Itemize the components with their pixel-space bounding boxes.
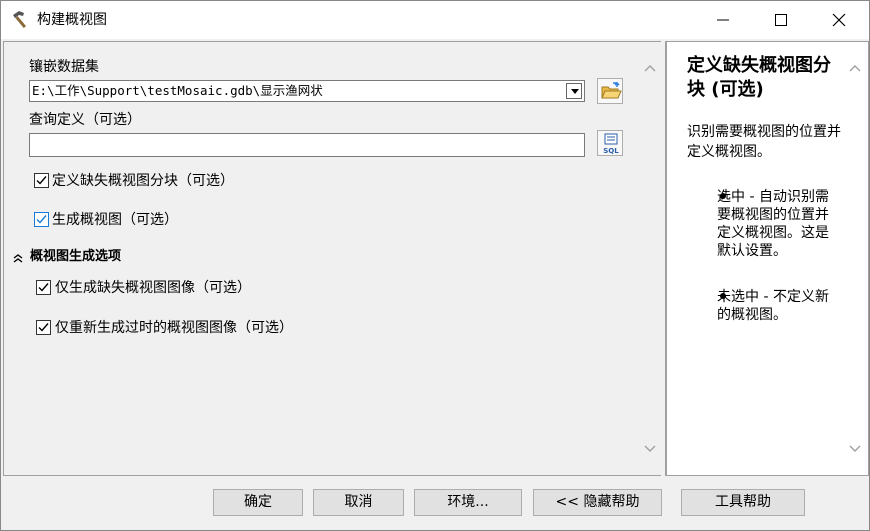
help-description: 识别需要概视图的位置并定义概视图。 xyxy=(687,124,841,160)
help-scrollbar[interactable] xyxy=(845,42,865,475)
maximize-button[interactable] xyxy=(755,1,807,39)
mosaic-dataset-label: 镶嵌数据集 xyxy=(29,59,99,75)
ok-button[interactable]: 确定 xyxy=(213,489,303,516)
help-panel: 定义缺失概视图分块 (可选) 识别需要概视图的位置并定义概视图。 选中 - 自动… xyxy=(665,41,869,476)
regenerate-stale-images-label[interactable]: 仅重新生成过时的概视图图像（可选） xyxy=(55,319,293,337)
combobox-dropdown-button[interactable] xyxy=(566,83,582,99)
checkmark-icon xyxy=(38,283,49,292)
help-bullet-checked: 选中 - 自动识别需要概视图的位置并定义概视图。这是默认设置。 xyxy=(717,189,829,259)
browse-button[interactable] xyxy=(597,78,623,104)
scroll-down-icon[interactable] xyxy=(849,445,861,453)
chevron-down-icon xyxy=(571,89,579,94)
environments-button[interactable]: 环境... xyxy=(414,489,522,516)
scroll-up-icon[interactable] xyxy=(849,64,861,72)
sql-icon-label: SQL xyxy=(603,147,619,155)
mosaic-dataset-value: E:\工作\Support\testMosaic.gdb\显示渔网状 xyxy=(32,83,323,98)
query-definition-input[interactable] xyxy=(29,133,585,157)
checkmark-icon xyxy=(36,215,47,224)
close-button[interactable] xyxy=(813,1,865,39)
help-bullet-unchecked: 未选中 - 不定义新的概视图。 xyxy=(717,289,829,323)
maximize-icon xyxy=(775,14,787,26)
parameters-scrollbar[interactable] xyxy=(640,42,660,475)
help-title: 定义缺失概视图分块 (可选) xyxy=(687,55,831,100)
sql-button[interactable]: SQL xyxy=(597,130,623,156)
sql-icon: SQL xyxy=(603,133,619,155)
query-definition-label: 查询定义（可选） xyxy=(29,112,141,128)
hide-help-button[interactable]: << 隐藏帮助 xyxy=(533,489,662,516)
generate-overviews-label[interactable]: 生成概视图（可选） xyxy=(52,211,178,229)
define-missing-tiles-label[interactable]: 定义缺失概视图分块（可选） xyxy=(52,172,234,190)
checkmark-icon xyxy=(38,323,49,332)
scroll-up-icon[interactable] xyxy=(644,64,656,72)
checkmark-icon xyxy=(36,176,47,185)
overview-options-group-title[interactable]: 概视图生成选项 xyxy=(30,249,121,265)
scroll-down-icon[interactable] xyxy=(644,445,656,453)
regenerate-stale-images-checkbox[interactable] xyxy=(36,320,51,335)
define-missing-tiles-checkbox[interactable] xyxy=(34,173,49,188)
window-title: 构建概视图 xyxy=(37,12,107,28)
generate-missing-images-checkbox[interactable] xyxy=(36,280,51,295)
tool-help-button[interactable]: 工具帮助 xyxy=(681,489,805,516)
cancel-button[interactable]: 取消 xyxy=(313,489,404,516)
minimize-button[interactable] xyxy=(697,1,749,39)
generate-overviews-checkbox[interactable] xyxy=(34,212,49,227)
parameters-panel: 镶嵌数据集 E:\工作\Support\testMosaic.gdb\显示渔网状… xyxy=(3,41,661,476)
open-folder-icon xyxy=(601,81,622,99)
close-icon xyxy=(832,13,846,27)
title-bar: 构建概视图 xyxy=(1,1,869,39)
build-overviews-dialog: 构建概视图 镶嵌数据集 E:\工作\Support\testMosaic.gdb… xyxy=(0,0,870,531)
hammer-icon xyxy=(10,10,32,30)
collapse-chevron-icon[interactable] xyxy=(12,252,24,264)
generate-missing-images-label[interactable]: 仅生成缺失概视图图像（可选） xyxy=(55,279,251,297)
minimize-icon xyxy=(717,19,729,21)
mosaic-dataset-combobox[interactable]: E:\工作\Support\testMosaic.gdb\显示渔网状 xyxy=(29,80,585,102)
